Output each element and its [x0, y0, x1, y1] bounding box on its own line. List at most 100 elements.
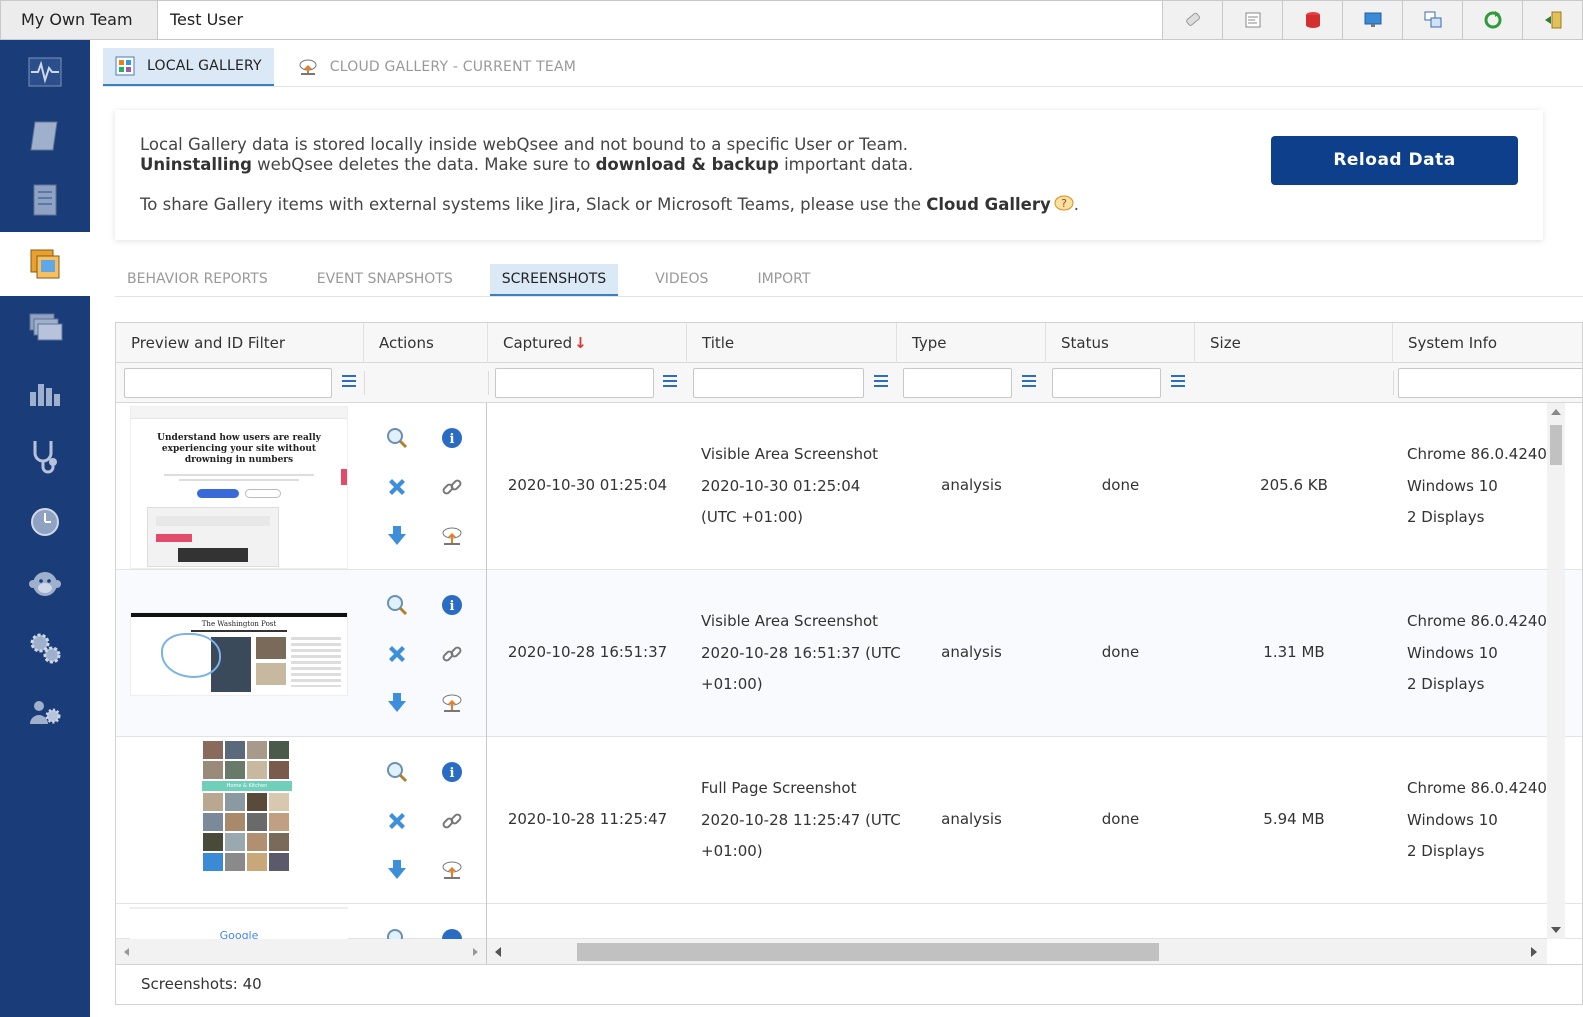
status-filter-menu-icon[interactable]: [1171, 375, 1185, 389]
monkey-icon[interactable]: [0, 552, 90, 616]
col-system-info[interactable]: System Info: [1393, 323, 1582, 363]
preview-filter-input[interactable]: [124, 368, 332, 398]
link-icon[interactable]: [441, 476, 463, 498]
title-line: 2020-10-28 16:51:37 (UTC: [701, 643, 901, 662]
cloud-gallery-icon: [299, 59, 317, 75]
tab-cloud-gallery[interactable]: CLOUD GALLERY - CURRENT TEAM: [286, 48, 588, 86]
left-horizontal-scrollbar[interactable]: [116, 939, 486, 964]
table-row[interactable]: Google: [116, 904, 1582, 949]
top-bar: My Own Team Test User: [0, 0, 1583, 40]
table-row[interactable]: The Washington Post i 2020-10-28 16:51:3…: [116, 570, 1582, 737]
download-icon[interactable]: [386, 859, 408, 881]
title-line: Visible Area Screenshot: [701, 612, 879, 630]
system-info-filter-input[interactable]: [1398, 368, 1582, 398]
title-line: 2020-10-28 11:25:47 (UTC: [701, 810, 901, 829]
gears-icon[interactable]: [0, 616, 90, 680]
report-icon[interactable]: [1222, 1, 1282, 39]
notebook-icon[interactable]: [0, 168, 90, 232]
user-name: Test User: [170, 10, 244, 29]
database-icon[interactable]: [1282, 1, 1342, 39]
svg-text:i: i: [450, 432, 455, 447]
gallery-icon[interactable]: [0, 232, 90, 296]
link-icon[interactable]: [441, 643, 463, 665]
system-displays: 2 Displays: [1407, 675, 1485, 693]
reload-data-button[interactable]: Reload Data: [1271, 136, 1518, 185]
info-panel: Local Gallery data is stored locally ins…: [115, 110, 1543, 240]
grid-footer: Screenshots: 40: [115, 965, 1583, 1005]
main-horizontal-scrollbar[interactable]: [487, 939, 1547, 964]
cloud-gallery-link[interactable]: Cloud Gallery: [926, 195, 1050, 214]
timer-icon[interactable]: [0, 488, 90, 552]
info-icon[interactable]: i: [441, 427, 463, 449]
col-type[interactable]: Type: [897, 323, 1046, 363]
help-bubble-icon[interactable]: ?: [1054, 195, 1074, 213]
type-filter-menu-icon[interactable]: [1022, 375, 1036, 389]
title-line: (UTC +01:00): [701, 508, 804, 526]
tab-import[interactable]: IMPORT: [745, 264, 822, 296]
captured-filter-menu-icon[interactable]: [663, 375, 677, 389]
eraser-icon[interactable]: [1162, 1, 1222, 39]
app-window: My Own Team Test User LOCAL GALLERY CLOU…: [0, 0, 1583, 1017]
tab-videos[interactable]: VIDEOS: [643, 264, 720, 296]
scroll-icon[interactable]: [0, 104, 90, 168]
col-status[interactable]: Status: [1046, 323, 1195, 363]
monitor-icon[interactable]: [1342, 1, 1402, 39]
preview-zoom-icon[interactable]: [386, 594, 408, 616]
team-selector[interactable]: My Own Team: [1, 1, 158, 39]
col-preview[interactable]: Preview and ID Filter: [116, 323, 364, 363]
col-size[interactable]: Size: [1195, 323, 1393, 363]
screenshot-thumbnail[interactable]: Home & Kitchen: [202, 740, 292, 902]
delete-icon[interactable]: [386, 476, 408, 498]
pulse-icon[interactable]: [0, 40, 90, 104]
screenshot-thumbnail[interactable]: Understand how users are really experien…: [130, 406, 348, 569]
thumbnail-headline: Google: [219, 929, 259, 939]
team-settings-icon[interactable]: [0, 680, 90, 744]
screenshot-thumbnail[interactable]: The Washington Post: [130, 612, 348, 696]
col-captured[interactable]: Captured ↓: [488, 323, 687, 363]
title-filter-menu-icon[interactable]: [874, 375, 888, 389]
captured-filter-input[interactable]: [495, 368, 654, 398]
info-icon[interactable]: i: [441, 761, 463, 783]
divider: [1393, 371, 1394, 395]
status-filter-input[interactable]: [1052, 368, 1161, 398]
refresh-icon[interactable]: [1462, 1, 1522, 39]
preview-zoom-icon[interactable]: [386, 761, 408, 783]
info-line-3: To share Gallery items with external sys…: [140, 195, 1079, 214]
logout-icon[interactable]: [1522, 1, 1582, 39]
cloud-upload-icon[interactable]: [441, 859, 463, 881]
download-icon[interactable]: [386, 525, 408, 547]
vertical-scrollbar[interactable]: [1547, 403, 1565, 939]
layers-icon[interactable]: [0, 296, 90, 360]
delete-icon[interactable]: [386, 643, 408, 665]
preview-filter-menu-icon[interactable]: [342, 375, 356, 389]
delete-icon[interactable]: [386, 810, 408, 832]
tab-behavior-reports[interactable]: BEHAVIOR REPORTS: [115, 264, 280, 296]
tab-screenshots[interactable]: SCREENSHOTS: [489, 264, 619, 296]
cloud-upload-icon[interactable]: [441, 692, 463, 714]
tab-local-gallery[interactable]: LOCAL GALLERY: [103, 48, 274, 86]
svg-text:?: ?: [1061, 197, 1067, 210]
status-cell: done: [1101, 476, 1140, 494]
info-icon[interactable]: i: [441, 594, 463, 616]
tab-event-snapshots[interactable]: EVENT SNAPSHOTS: [305, 264, 465, 296]
table-row[interactable]: Understand how users are really experien…: [116, 403, 1582, 570]
table-row[interactable]: Home & Kitchen i 2020-10-28 11:25:47 Ful…: [116, 737, 1582, 904]
col-title[interactable]: Title: [687, 323, 897, 363]
preview-zoom-icon[interactable]: [386, 427, 408, 449]
pinned-columns-divider: [486, 403, 487, 964]
download-icon[interactable]: [386, 692, 408, 714]
system-os: Windows 10: [1407, 476, 1498, 495]
title-cell: Visible Area Screenshot 2020-10-30 01:25:…: [701, 439, 878, 534]
type-filter-input[interactable]: [903, 368, 1012, 398]
title-line: +01:00): [701, 842, 763, 860]
info-text: .: [1073, 195, 1079, 214]
windows-icon[interactable]: [1402, 1, 1462, 39]
screenshot-thumbnail[interactable]: Google: [130, 907, 348, 939]
title-filter-input[interactable]: [693, 368, 864, 398]
stethoscope-icon[interactable]: [0, 424, 90, 488]
link-icon[interactable]: [441, 810, 463, 832]
system-os: Windows 10: [1407, 810, 1498, 829]
cloud-upload-icon[interactable]: [441, 525, 463, 547]
bar-chart-icon[interactable]: [0, 360, 90, 424]
sort-desc-icon: ↓: [574, 334, 587, 352]
